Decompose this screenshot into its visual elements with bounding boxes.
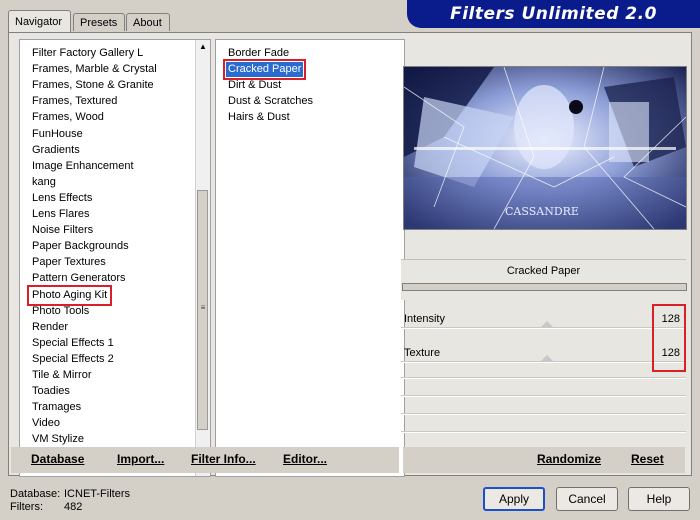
category-item[interactable]: Special Effects 1: [30, 336, 116, 351]
apply-button[interactable]: Apply: [483, 487, 545, 511]
grip-icon: ≡: [200, 303, 206, 312]
param-label-texture: Texture: [404, 347, 441, 359]
editor-button[interactable]: Editor...: [283, 452, 327, 466]
left-button-bar: Database Import... Filter Info... Editor…: [11, 447, 399, 473]
intensity-slider-track[interactable]: [401, 327, 686, 329]
help-button[interactable]: Help: [628, 487, 690, 511]
category-item[interactable]: Lens Effects: [30, 191, 94, 206]
category-item[interactable]: Paper Backgrounds: [30, 239, 131, 254]
category-item[interactable]: Render: [30, 320, 70, 335]
category-item[interactable]: VM Stylize: [30, 432, 86, 447]
category-item[interactable]: Frames, Textured: [30, 94, 119, 109]
filters-count-value: 482: [64, 501, 83, 513]
preview-artwork: CASSANDRE: [404, 67, 686, 229]
category-item[interactable]: Frames, Stone & Granite: [30, 78, 156, 93]
navigator-panel: Filter Factory Gallery L Frames, Marble &…: [8, 32, 692, 477]
value-highlight-box: [652, 304, 686, 372]
filter-list[interactable]: Border Fade Cracked Paper Dirt & Dust Dust …: [215, 39, 405, 477]
scroll-thumb[interactable]: ≡: [197, 190, 208, 430]
reset-button[interactable]: Reset: [631, 452, 664, 466]
category-item[interactable]: Pattern Generators: [30, 271, 128, 286]
database-button[interactable]: Database: [31, 452, 84, 466]
tab-presets[interactable]: Presets: [73, 13, 125, 31]
category-item[interactable]: Noise Filters: [30, 223, 95, 238]
filter-info-button[interactable]: Filter Info...: [191, 452, 256, 466]
empty-slider-track: [401, 413, 686, 415]
preview-caption: CASSANDRE: [505, 205, 579, 218]
filters-count-label: Filters:: [10, 501, 43, 513]
filter-item[interactable]: Dust & Scratches: [226, 94, 315, 109]
preview-image: CASSANDRE: [403, 66, 687, 230]
filter-name-box: Cracked Paper: [401, 259, 686, 300]
category-item[interactable]: Toadies: [30, 384, 72, 399]
filter-progress-bar: [402, 283, 687, 291]
category-item[interactable]: Video: [30, 416, 62, 431]
database-value: ICNET-Filters: [64, 488, 130, 500]
category-item[interactable]: kang: [30, 175, 58, 190]
empty-slider-track: [401, 431, 686, 433]
tab-navigator[interactable]: Navigator: [8, 10, 71, 32]
empty-slider-track: [401, 395, 686, 397]
category-item[interactable]: Paper Textures: [30, 255, 108, 270]
category-item[interactable]: Frames, Wood: [30, 110, 106, 125]
category-item[interactable]: Filter Factory Gallery L: [30, 46, 145, 61]
category-item[interactable]: FunHouse: [30, 127, 85, 142]
scroll-up-icon[interactable]: ▲: [196, 40, 210, 54]
category-item[interactable]: Photo Tools: [30, 304, 91, 319]
filter-item[interactable]: Border Fade: [226, 46, 291, 61]
category-item[interactable]: Tile & Mirror: [30, 368, 93, 383]
category-item[interactable]: Tramages: [30, 400, 83, 415]
right-button-bar: Randomize Reset: [403, 447, 685, 473]
category-item[interactable]: Frames, Marble & Crystal: [30, 62, 159, 77]
database-label: Database:: [10, 488, 61, 500]
texture-slider-track[interactable]: [401, 361, 686, 363]
category-item[interactable]: Lens Flares: [30, 207, 91, 222]
current-filter-name: Cracked Paper: [506, 265, 581, 277]
tab-about[interactable]: About: [126, 13, 170, 31]
import-button[interactable]: Import...: [117, 452, 164, 466]
cancel-button[interactable]: Cancel: [556, 487, 618, 511]
empty-slider-track: [401, 377, 686, 379]
filter-item[interactable]: Hairs & Dust: [226, 110, 292, 125]
filter-item[interactable]: Cracked Paper: [222, 59, 307, 81]
category-item[interactable]: Image Enhancement: [30, 159, 136, 174]
randomize-button[interactable]: Randomize: [537, 452, 601, 466]
category-list[interactable]: Filter Factory Gallery L Frames, Marble &…: [19, 39, 211, 477]
status-area: Database: ICNET-Filters Filters: 482: [10, 488, 130, 514]
category-item[interactable]: Photo Aging Kit: [26, 284, 113, 306]
param-label-intensity: Intensity: [404, 313, 445, 325]
parameter-area: Intensity 128 Texture 128: [401, 305, 686, 440]
category-item[interactable]: Gradients: [30, 143, 82, 158]
app-title: Filters Unlimited 2.0: [450, 4, 657, 24]
filter-item[interactable]: Dirt & Dust: [226, 78, 283, 93]
title-banner: Filters Unlimited 2.0: [407, 0, 700, 28]
category-item[interactable]: Special Effects 2: [30, 352, 116, 367]
category-scrollbar[interactable]: ▲ ≡ ▼: [195, 40, 210, 476]
